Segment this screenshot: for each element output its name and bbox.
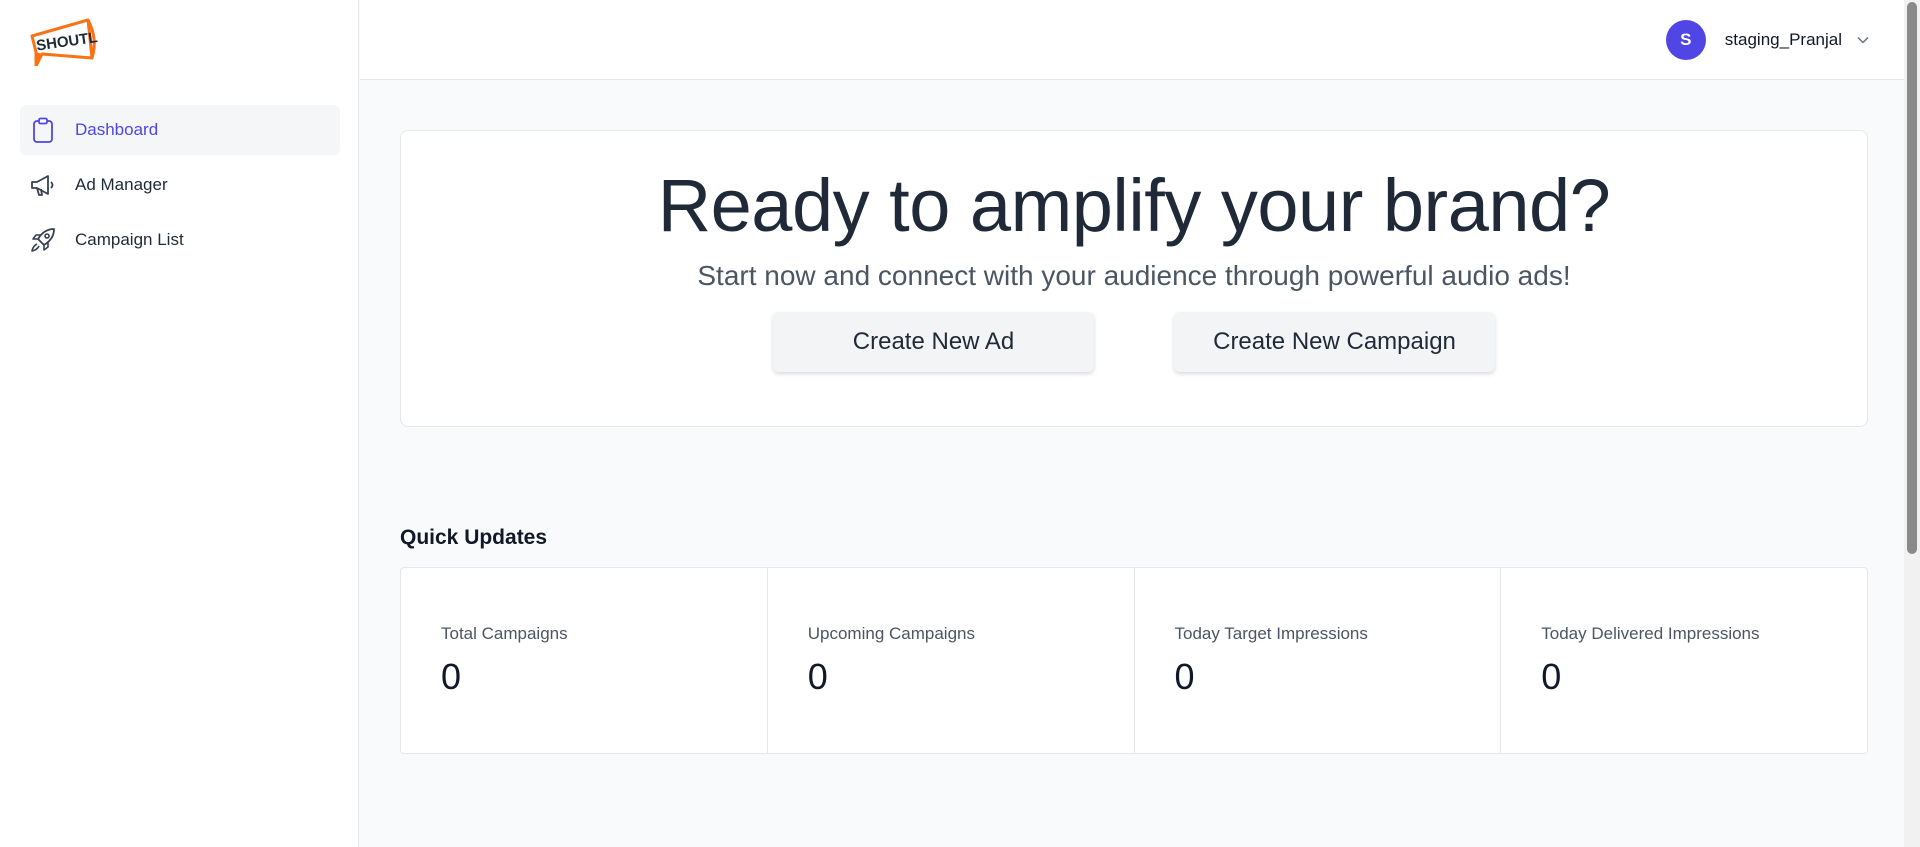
- sidebar-nav: Dashboard Ad Manager Campaign List: [20, 105, 340, 270]
- stat-value: 0: [1541, 656, 1562, 697]
- page-scrollbar[interactable]: [1904, 0, 1920, 847]
- stat-label: Today Delivered Impressions: [1541, 624, 1760, 643]
- stat-upcoming-campaigns: Upcoming Campaigns 0: [768, 568, 1135, 753]
- stat-today-delivered-impressions: Today Delivered Impressions 0: [1501, 568, 1867, 753]
- avatar[interactable]: S: [1665, 20, 1706, 60]
- stat-label: Total Campaigns: [441, 624, 568, 643]
- top-header: S staging_Pranjal: [360, 0, 1904, 80]
- user-menu[interactable]: S staging_Pranjal: [1665, 20, 1870, 60]
- stat-value: 0: [441, 656, 462, 697]
- megaphone-icon: [30, 172, 56, 198]
- stat-label: Today Target Impressions: [1174, 624, 1368, 643]
- sidebar-item-campaign-list[interactable]: Campaign List: [20, 215, 340, 265]
- sidebar-item-ad-manager[interactable]: Ad Manager: [20, 160, 340, 210]
- hero-actions: Create New Ad Create New Campaign: [401, 312, 1867, 373]
- shoutl-logo[interactable]: SHOUTL: [28, 14, 100, 68]
- sidebar-item-label: Dashboard: [75, 120, 159, 139]
- hero-title: Ready to amplify your brand?: [657, 164, 1611, 247]
- sidebar-item-label: Ad Manager: [75, 175, 168, 194]
- quick-updates-stats: Total Campaigns 0 Upcoming Campaigns 0 T…: [400, 567, 1868, 754]
- scrollbar-thumb[interactable]: [1907, 2, 1917, 554]
- quick-updates-title: Quick Updates: [400, 526, 548, 549]
- rocket-icon: [30, 227, 56, 253]
- stat-label: Upcoming Campaigns: [807, 624, 975, 643]
- create-new-campaign-button[interactable]: Create New Campaign: [1174, 312, 1495, 373]
- stat-today-target-impressions: Today Target Impressions 0: [1135, 568, 1502, 753]
- stat-total-campaigns: Total Campaigns 0: [401, 568, 768, 753]
- stat-value: 0: [1174, 656, 1195, 697]
- create-new-ad-button[interactable]: Create New Ad: [773, 312, 1094, 373]
- hero-card: Ready to amplify your brand? Start now a…: [400, 130, 1868, 427]
- chevron-down-icon[interactable]: [1856, 33, 1870, 47]
- sidebar-item-dashboard[interactable]: Dashboard: [20, 105, 340, 155]
- sidebar: SHOUTL Dashboard Ad Manager Campaign Lis…: [0, 0, 359, 847]
- stat-value: 0: [807, 656, 828, 697]
- username[interactable]: staging_Pranjal: [1725, 30, 1842, 50]
- hero-subtitle: Start now and connect with your audience…: [697, 260, 1571, 292]
- sidebar-item-label: Campaign List: [75, 230, 184, 249]
- clipboard-icon: [30, 117, 56, 143]
